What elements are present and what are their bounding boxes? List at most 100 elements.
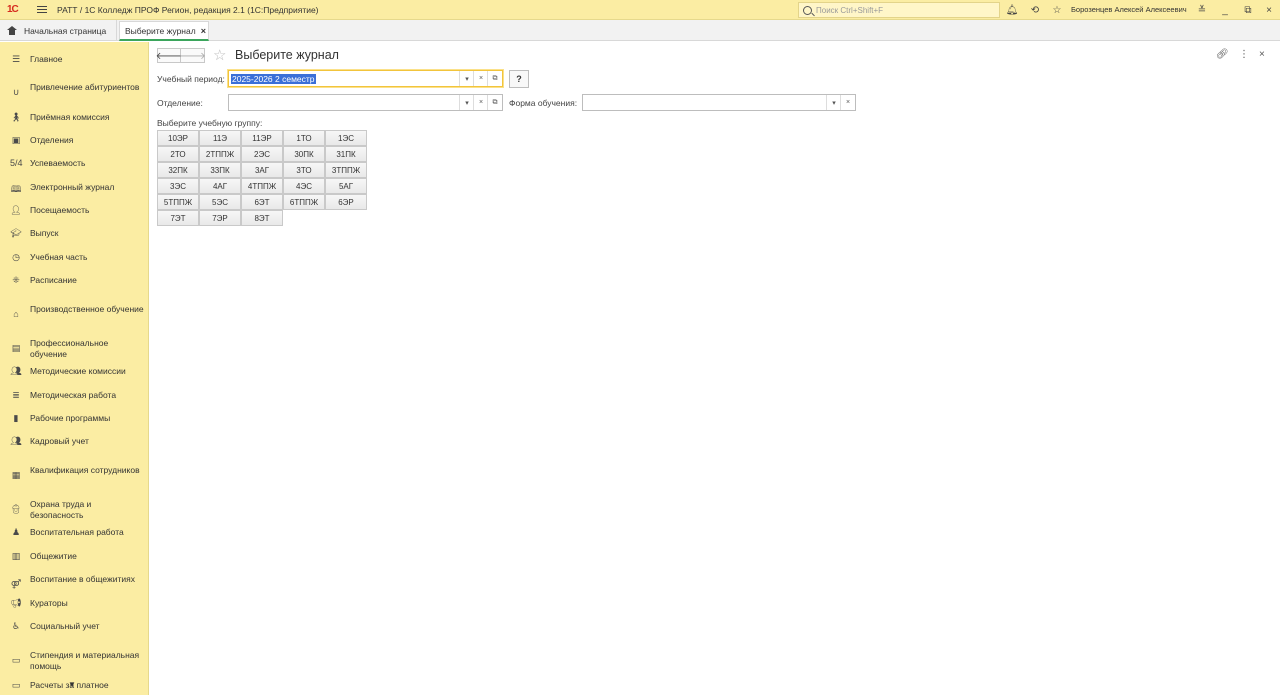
- sidebar-item-label: Методическая работа: [30, 390, 117, 400]
- open-icon[interactable]: ⧉: [487, 71, 502, 86]
- group-button[interactable]: 4АГ: [199, 178, 241, 194]
- group-button[interactable]: 6ЭР: [325, 194, 367, 210]
- clear-icon[interactable]: ×: [473, 71, 488, 86]
- group-button[interactable]: 30ПК: [283, 146, 325, 162]
- group-button[interactable]: 5ТППЖ: [157, 194, 199, 210]
- bell-icon[interactable]: 🔔︎: [1005, 3, 1019, 17]
- close-window-icon[interactable]: ×: [1262, 3, 1276, 17]
- sidebar-item[interactable]: ▣ Отделения: [0, 135, 148, 147]
- forward-button[interactable]: 🡒: [179, 48, 206, 63]
- group-button[interactable]: 6ЭТ: [241, 194, 283, 210]
- group-button[interactable]: 3ТППЖ: [325, 162, 367, 178]
- group-button[interactable]: 3АГ: [241, 162, 283, 178]
- group-button[interactable]: 10ЭР: [157, 130, 199, 146]
- main-menu-icon[interactable]: [37, 5, 47, 14]
- tab-select-journal[interactable]: Выберите журнал ×: [119, 21, 209, 41]
- group-button[interactable]: 1ТО: [283, 130, 325, 146]
- period-field[interactable]: 2025-2026 2 семестр ▾ × ⧉: [228, 70, 503, 87]
- tab-home[interactable]: Начальная страница: [0, 20, 117, 41]
- clear-icon[interactable]: ×: [840, 95, 855, 110]
- group-button[interactable]: 8ЭТ: [241, 210, 283, 226]
- sidebar-item[interactable]: ▤ Профессиональное обучение: [0, 338, 148, 360]
- clear-icon[interactable]: ×: [473, 95, 488, 110]
- settings-menu-icon[interactable]: ≚: [1195, 3, 1209, 17]
- sidebar-item[interactable]: 👥︎ Методические комиссии: [0, 366, 148, 378]
- group-button[interactable]: 5АГ: [325, 178, 367, 194]
- study-form-field[interactable]: ▾ ×: [582, 94, 856, 111]
- favorite-star-icon[interactable]: ☆: [213, 46, 226, 64]
- global-search-input[interactable]: Поиск Ctrl+Shift+F: [798, 2, 1000, 18]
- tab-home-label: Начальная страница: [24, 25, 107, 36]
- sidebar-item[interactable]: ▦ Квалификация сотрудников: [0, 465, 148, 487]
- dropdown-icon[interactable]: ▾: [826, 95, 841, 110]
- link-icon[interactable]: 🔗︎: [1216, 49, 1229, 60]
- sidebar-item[interactable]: ♿︎ Социальный учет: [0, 621, 148, 633]
- sidebar-item[interactable]: 📢︎ Кураторы: [0, 598, 148, 610]
- group-button[interactable]: 5ЭС: [199, 194, 241, 210]
- current-user[interactable]: Борозенцев Алексей Алексеевич: [1071, 5, 1187, 14]
- group-button[interactable]: 7ЭР: [199, 210, 241, 226]
- scroll-down-icon[interactable]: ▼: [68, 680, 76, 689]
- sidebar-item-label: Воспитательная работа: [30, 527, 124, 537]
- sidebar-item-label: Квалификация сотрудников: [30, 465, 140, 475]
- app-logo: 1С: [7, 3, 19, 15]
- minimize-icon[interactable]: _: [1218, 3, 1232, 17]
- help-button[interactable]: ?: [509, 70, 529, 88]
- open-icon[interactable]: ⧉: [487, 95, 502, 110]
- sidebar-item[interactable]: 🎓︎ Выпуск: [0, 228, 148, 240]
- group-button[interactable]: 3ЭС: [157, 178, 199, 194]
- group-button[interactable]: 2ТППЖ: [199, 146, 241, 162]
- sidebar-item[interactable]: 5/4 Успеваемость: [0, 158, 148, 170]
- group-button[interactable]: 11ЭР: [241, 130, 283, 146]
- sidebar-item[interactable]: ◷ Учебная часть: [0, 252, 148, 264]
- sidebar-item-label: Производственное обучение: [30, 304, 144, 314]
- dropdown-icon[interactable]: ▾: [459, 95, 474, 110]
- sidebar-item[interactable]: ☰ Главное: [0, 54, 148, 66]
- group-button[interactable]: 2ЭС: [241, 146, 283, 162]
- sidebar-item[interactable]: 🚶︎ Приёмная комиссия: [0, 112, 148, 124]
- sidebar-item[interactable]: 👥︎ Кадровый учет: [0, 436, 148, 448]
- group-button[interactable]: 33ПК: [199, 162, 241, 178]
- group-button[interactable]: 6ТППЖ: [283, 194, 325, 210]
- sidebar-item-label: Успеваемость: [30, 158, 86, 168]
- sidebar-item[interactable]: ▭ Стипендия и материальная помощь: [0, 650, 148, 672]
- department-field[interactable]: ▾ × ⧉: [228, 94, 503, 111]
- group-button[interactable]: 31ПК: [325, 146, 367, 162]
- sidebar-item[interactable]: ≣ Методическая работа: [0, 390, 148, 402]
- study-form-label: Форма обучения:: [509, 98, 578, 108]
- group-button[interactable]: 1ЭС: [325, 130, 367, 146]
- window-title: РАТТ / 1С Колледж ПРОФ Регион, редакция …: [57, 4, 319, 15]
- sidebar-item[interactable]: 👷︎ Охрана труда и безопасность: [0, 499, 148, 521]
- sidebar-item[interactable]: 👤︎ Посещаемость: [0, 205, 148, 217]
- couple-icon: ⚤: [10, 579, 22, 589]
- group-button[interactable]: 11Э: [199, 130, 241, 146]
- group-button[interactable]: 4ЭС: [283, 178, 325, 194]
- sidebar-item[interactable]: ▮ Рабочие программы: [0, 413, 148, 425]
- group-button[interactable]: 3ТО: [283, 162, 325, 178]
- favorites-star-icon[interactable]: ☆: [1050, 3, 1064, 17]
- sidebar-item[interactable]: ▥ Общежитие: [0, 551, 148, 563]
- sidebar-item[interactable]: ⁜ Расписание: [0, 275, 148, 287]
- more-actions-icon[interactable]: ⋮: [1239, 49, 1249, 60]
- group-button[interactable]: 4ТППЖ: [241, 178, 283, 194]
- dropdown-icon[interactable]: ▾: [459, 71, 474, 86]
- sidebar-item-label: Рабочие программы: [30, 413, 111, 423]
- certificate-icon: ▦: [11, 470, 21, 480]
- group-select-label: Выберите учебную группу:: [157, 118, 263, 128]
- group-button[interactable]: 7ЭТ: [157, 210, 199, 226]
- group-button[interactable]: 32ПК: [157, 162, 199, 178]
- group-button[interactable]: 2ТО: [157, 146, 199, 162]
- sidebar-item[interactable]: 🕮 Электронный журнал: [0, 182, 148, 194]
- search-placeholder: Поиск Ctrl+Shift+F: [816, 5, 884, 15]
- worker-icon: 👷︎: [10, 504, 22, 514]
- sidebar-item[interactable]: ⚤ Воспитание в общежитиях: [0, 574, 148, 596]
- restore-icon[interactable]: ⧉: [1241, 3, 1255, 17]
- back-button[interactable]: 🡐: [156, 48, 182, 63]
- sidebar-item[interactable]: ∪ Привлечение абитуриентов: [0, 82, 148, 104]
- close-tab-icon[interactable]: ×: [201, 26, 206, 36]
- sidebar-item[interactable]: ⌂ Производственное обучение: [0, 304, 148, 326]
- sidebar-item-label: Отделения: [30, 135, 74, 145]
- close-form-icon[interactable]: ×: [1259, 49, 1265, 60]
- sidebar-item[interactable]: ♟ Воспитательная работа: [0, 527, 148, 539]
- history-icon[interactable]: ⟲: [1028, 3, 1042, 17]
